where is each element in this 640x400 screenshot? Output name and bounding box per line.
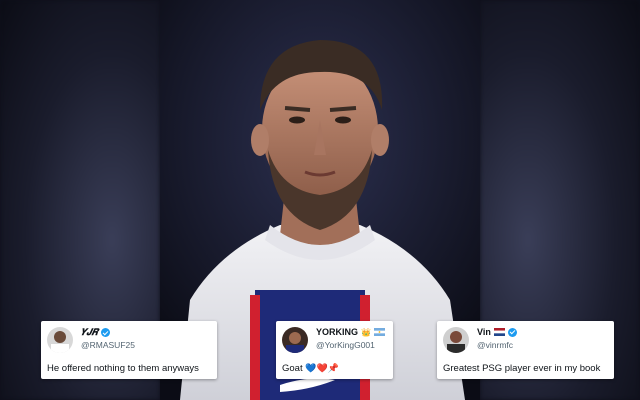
- tweet-text: He offered nothing to them anyways: [47, 363, 199, 374]
- handle[interactable]: @RMASUF25: [81, 340, 135, 350]
- avatar[interactable]: [443, 327, 469, 353]
- tweet-card-2[interactable]: YORKING 👑 @YorKingG001 Goat 💙❤️📌: [276, 321, 393, 379]
- crown-emoji-icon: 👑: [361, 327, 371, 337]
- display-name[interactable]: Vin: [477, 327, 491, 337]
- handle[interactable]: @YorKingG001: [316, 340, 375, 350]
- netherlands-flag-icon: [493, 328, 505, 336]
- tweet-text: Greatest PSG player ever in my book: [443, 363, 601, 374]
- tweet-text: Goat 💙❤️📌: [282, 363, 339, 374]
- tweet-card-3[interactable]: Vin @vinrmfc Greatest PSG player ever in…: [437, 321, 614, 379]
- argentina-flag-icon: [373, 328, 385, 336]
- tweet-emojis: 💙❤️📌: [305, 363, 339, 373]
- display-name[interactable]: YORKING: [316, 327, 358, 337]
- avatar[interactable]: [47, 327, 73, 353]
- tweet-author-row: 𝒀𝑱𝑹: [81, 327, 111, 338]
- tweet-author-row: YORKING 👑: [316, 327, 385, 337]
- tweet-author-row: Vin: [477, 327, 517, 337]
- verified-badge-icon: [101, 328, 111, 337]
- verified-badge-icon: [507, 327, 517, 337]
- handle[interactable]: @vinrmfc: [477, 340, 513, 350]
- display-name[interactable]: 𝒀𝑱𝑹: [81, 327, 98, 338]
- tweet-card-1[interactable]: 𝒀𝑱𝑹 @RMASUF25 He offered nothing to them…: [41, 321, 217, 379]
- avatar[interactable]: [282, 327, 308, 353]
- tweet-text-words: Goat: [282, 363, 303, 374]
